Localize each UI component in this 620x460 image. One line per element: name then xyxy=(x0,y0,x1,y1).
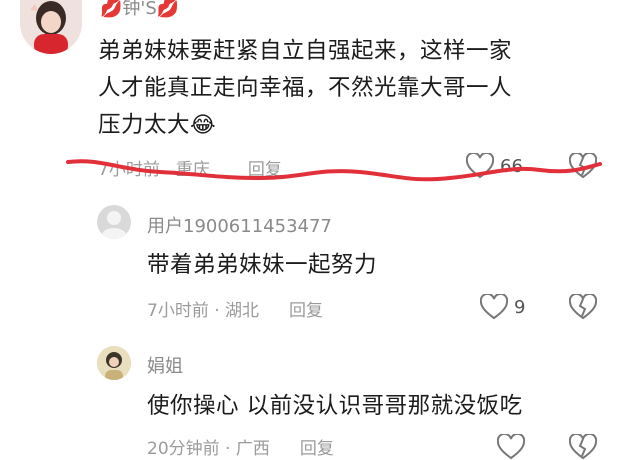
comment-text-line: 人才能真正走向幸福，不然光靠大哥一人 xyxy=(98,75,513,101)
reply2-username[interactable]: 娟姐 xyxy=(147,352,183,378)
like-count: 9 xyxy=(514,296,526,318)
avatar-default[interactable] xyxy=(97,205,131,239)
heart-icon xyxy=(480,294,508,320)
comment-username[interactable]: 💋钟'S💋 xyxy=(100,0,179,20)
heart-icon[interactable] xyxy=(497,434,525,460)
reply1-text: 带着弟弟妹妹一起努力 xyxy=(147,252,378,278)
reply1-time: 7小时前 · 湖北 xyxy=(147,301,260,321)
reply-button[interactable]: 回复 xyxy=(289,296,323,321)
comment-text-line: 压力太大😂 xyxy=(98,107,613,144)
avatar[interactable] xyxy=(97,346,131,380)
comment-text-line: 弟弟妹妹要赶紧自立自强起来，这样一家 xyxy=(98,38,513,64)
dislike-heart-icon[interactable] xyxy=(569,294,597,320)
laughing-emoji: 😂 xyxy=(190,113,217,138)
comment-text-line-3: 压力太大 xyxy=(98,112,191,138)
reply1-meta: 7小时前 · 湖北 回复 xyxy=(147,296,323,321)
reply2-text: 使你操心 以前没认识哥哥那就没饭吃 xyxy=(147,393,523,419)
avatar[interactable] xyxy=(20,0,82,54)
red-wavy-underline xyxy=(66,159,602,182)
comment-text: 弟弟妹妹要赶紧自立自强起来，这样一家 人才能真正走向幸福，不然光靠大哥一人 压力… xyxy=(98,33,613,144)
reply1-username[interactable]: 用户1900611453477 xyxy=(147,212,332,238)
like-button[interactable]: 9 xyxy=(480,294,525,320)
dislike-heart-icon[interactable] xyxy=(569,434,597,460)
